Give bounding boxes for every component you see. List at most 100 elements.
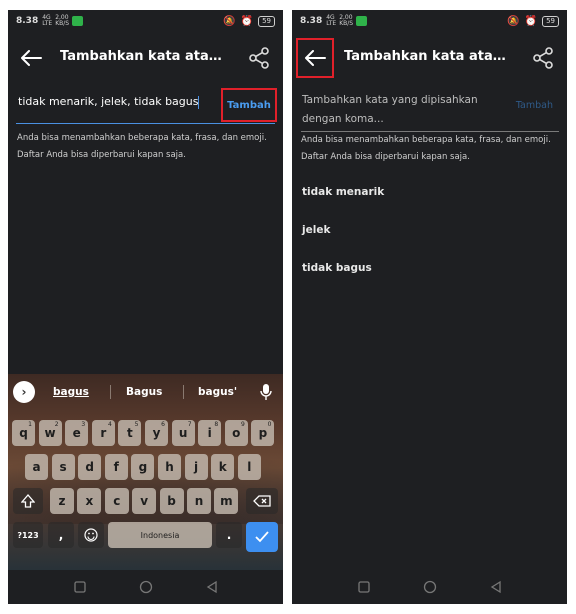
key-h[interactable]: h [158,454,181,480]
arrow-left-icon [305,50,326,66]
signal-indicator: 4G LTE [326,14,337,27]
word-input-row: Tambahkan kata yang dipisahkan dengan ko… [301,84,559,132]
key-r[interactable]: r4 [91,420,115,446]
emoji-key[interactable] [78,522,104,548]
back-nav-icon[interactable] [205,580,219,594]
suggestion-1[interactable]: bagus [53,386,89,398]
help-text: Anda bisa menambahkan beberapa kata, fra… [301,132,559,166]
key-t[interactable]: t5 [118,420,142,446]
backspace-icon [253,495,271,507]
word-input[interactable]: Tambahkan kata yang dipisahkan dengan ko… [302,91,497,129]
key-l[interactable]: l [237,454,261,480]
key-f[interactable]: f [104,454,128,480]
back-button[interactable] [14,40,48,76]
help-text-line: Anda bisa menambahkan beberapa kata, fra… [17,133,267,143]
key-c[interactable]: c [104,488,129,514]
mute-icon: 🔕 [223,15,236,27]
key-i[interactable]: i8 [198,420,222,446]
key-number-hint: 0 [267,421,272,428]
key-x[interactable]: x [77,488,102,514]
app-bar: Tambahkan kata atau ... [292,36,567,82]
period-key[interactable]: . [216,522,242,548]
key-y[interactable]: y6 [145,420,168,446]
blocked-word-item[interactable]: tidak menarik [302,186,384,198]
notification-app-icon [72,16,84,26]
recent-apps-icon[interactable] [357,580,371,594]
blocked-word-item[interactable]: jelek [302,224,330,236]
key-s[interactable]: s [51,454,75,480]
help-text: Anda bisa menambahkan beberapa kata, fra… [17,130,275,164]
home-icon[interactable] [423,580,437,594]
page-title: Tambahkan kata atau ... [344,49,514,64]
share-icon [249,47,269,69]
key-a[interactable]: a [25,454,48,480]
help-text-line: Daftar Anda bisa diperbarui kapan saja. [301,152,470,162]
word-input-row: tidak menarik, jelek, tidak bagus Tambah [16,88,277,124]
suggestion-divider [110,385,111,399]
system-navigation-bar [292,570,567,604]
back-button[interactable] [296,38,334,78]
network-speed: 2,00 KB/S [55,14,70,27]
help-text-line: Daftar Anda bisa diperbarui kapan saja. [17,150,186,160]
phone-screen-left: 8.38 4G LTE 2,00 KB/S 🔕 ⏰ 59 Tambahkan kat… [8,10,283,604]
key-u[interactable]: u7 [171,420,195,446]
key-j[interactable]: j [184,454,208,480]
add-button[interactable]: Tambah [221,88,277,122]
key-number-hint: 4 [107,421,112,428]
suggestion-3[interactable]: bagus' [198,386,237,398]
comma-key[interactable]: , [48,522,74,548]
key-q[interactable]: q1 [12,420,35,446]
blocked-word-item[interactable]: tidak bagus [302,262,372,274]
suggestion-strip: › bagus Bagus bagus' [8,378,283,406]
space-key[interactable]: Indonesia [108,522,212,548]
key-number-hint: 8 [214,421,219,428]
key-v[interactable]: v [132,488,157,514]
help-text-line: Anda bisa menambahkan beberapa kata, fra… [301,135,551,145]
mute-icon: 🔕 [507,15,520,27]
key-o[interactable]: o9 [224,420,248,446]
share-button[interactable] [531,46,555,70]
key-n[interactable]: n [187,488,211,514]
expand-toolbar-button[interactable]: › [13,381,35,403]
shift-key[interactable] [13,488,43,514]
symbols-key[interactable]: ?123 [13,522,43,548]
key-number-hint: 7 [187,421,192,428]
key-w[interactable]: w2 [38,420,62,446]
text-caret [198,95,200,109]
key-g[interactable]: g [131,454,155,480]
page-title: Tambahkan kata atau ... [60,49,230,64]
backspace-key[interactable] [246,488,278,514]
key-k[interactable]: k [211,454,235,480]
status-bar: 8.38 4G LTE 2,00 KB/S 🔕 ⏰ 59 [8,10,283,32]
word-input[interactable]: tidak menarik, jelek, tidak bagus [18,95,205,109]
key-number-hint: 5 [134,421,139,428]
key-b[interactable]: b [159,488,184,514]
key-number-hint: 1 [28,421,32,428]
key-e[interactable]: e3 [65,420,89,446]
key-p[interactable]: p0 [251,420,275,446]
back-nav-icon[interactable] [489,580,503,594]
microphone-icon[interactable] [259,384,273,400]
key-d[interactable]: d [78,454,102,480]
status-time: 8.38 [16,16,39,26]
notification-app-icon [356,16,368,26]
network-speed: 2,00 KB/S [339,14,354,27]
recent-apps-icon[interactable] [73,580,87,594]
app-bar: Tambahkan kata atau ... [8,36,283,82]
add-button[interactable]: Tambah [516,100,553,111]
suggestion-divider [183,385,184,399]
checkmark-icon [255,531,269,543]
share-button[interactable] [247,46,271,70]
key-number-hint: 9 [240,421,245,428]
home-icon[interactable] [139,580,153,594]
key-z[interactable]: z [50,488,74,514]
enter-key[interactable] [246,522,278,552]
key-m[interactable]: m [214,488,239,514]
key-number-hint: 3 [81,421,86,428]
alarm-icon: ⏰ [524,15,538,27]
signal-indicator: 4G LTE [42,14,53,27]
suggestion-2[interactable]: Bagus [126,386,162,398]
alarm-icon: ⏰ [240,15,254,27]
onscreen-keyboard: › bagus Bagus bagus' q1w2e3r4t5y6u7i8o9p… [8,374,283,570]
key-number-hint: 2 [54,421,59,428]
